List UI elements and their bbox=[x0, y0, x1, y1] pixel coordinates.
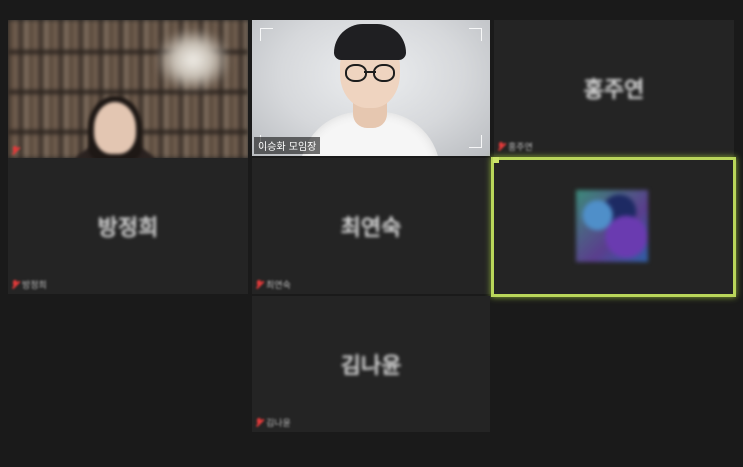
participant-tile-2[interactable]: 이승화 모임장 bbox=[252, 20, 490, 156]
participant-name-center: 홍주연 bbox=[583, 78, 645, 103]
participant-name: 이승화 모임장 bbox=[254, 137, 321, 154]
participant-label: 홍주연 bbox=[498, 140, 533, 153]
profile-avatar bbox=[576, 190, 648, 262]
glasses bbox=[345, 64, 367, 82]
participant-label: 김나윤 bbox=[256, 416, 291, 429]
participant-tile-6-active-speaker[interactable] bbox=[491, 157, 736, 297]
participant-name: 방정희 bbox=[22, 281, 47, 291]
participant-tile-1[interactable] bbox=[8, 20, 248, 158]
participant-name-center: 최연숙 bbox=[340, 216, 402, 241]
mic-off-icon bbox=[498, 142, 505, 151]
mic-off-icon bbox=[256, 280, 263, 289]
participant-name: 김나윤 bbox=[266, 419, 291, 429]
participant-tile-5[interactable]: 최연숙 최연숙 bbox=[252, 158, 490, 294]
participant-label: 최연숙 bbox=[256, 278, 291, 291]
participant-name-center: 김나윤 bbox=[340, 354, 402, 379]
participant-tile-3[interactable]: 홍주연 홍주연 bbox=[494, 20, 734, 156]
participant-video-person bbox=[94, 102, 136, 154]
participant-label: 방정희 bbox=[12, 278, 47, 291]
participant-name: 최연숙 bbox=[266, 281, 291, 291]
participant-name-center: 방정희 bbox=[97, 216, 159, 241]
mic-off-icon bbox=[12, 280, 19, 289]
active-speaker-marker bbox=[493, 157, 499, 163]
mic-off-icon bbox=[256, 418, 263, 427]
participant-tile-7[interactable]: 김나윤 김나윤 bbox=[252, 296, 490, 432]
participant-label bbox=[12, 146, 22, 155]
participant-name: 홍주연 bbox=[508, 143, 533, 153]
participant-tile-4[interactable]: 방정희 방정희 bbox=[8, 158, 248, 294]
mic-off-icon bbox=[12, 146, 19, 155]
